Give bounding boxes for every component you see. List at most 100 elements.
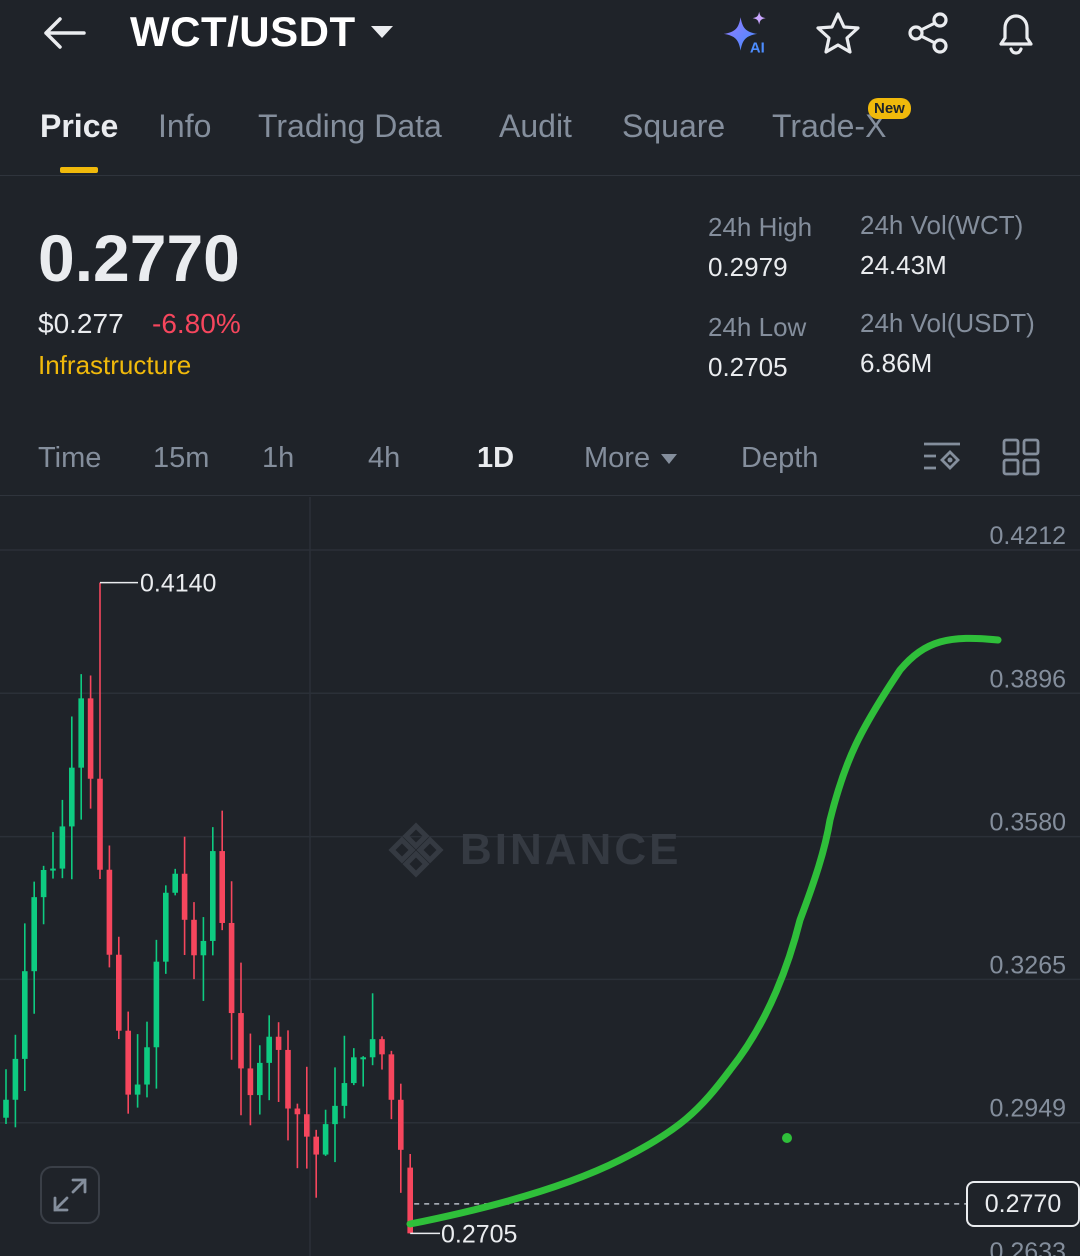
candle xyxy=(31,881,37,1014)
last-price-tag: 0.2770 xyxy=(966,1181,1080,1227)
low-24h-label: 24h Low xyxy=(708,312,807,342)
interval-depth[interactable]: Depth xyxy=(741,442,818,475)
candle xyxy=(125,1011,131,1114)
tab-info[interactable]: Info xyxy=(158,108,211,145)
low-24h-value: 0.2705 xyxy=(708,352,788,382)
interval-1h[interactable]: 1h xyxy=(262,442,294,475)
y-tick-label: 0.3580 xyxy=(990,809,1066,837)
new-badge: New xyxy=(868,98,911,119)
interval-15m[interactable]: 15m xyxy=(153,442,209,475)
fullscreen-button[interactable] xyxy=(40,1166,100,1224)
interval-4h[interactable]: 4h xyxy=(368,442,400,475)
y-tick-label: 0.4212 xyxy=(990,522,1066,550)
candle xyxy=(313,1129,319,1198)
candle xyxy=(172,868,178,896)
candle xyxy=(369,993,376,1066)
tab-square[interactable]: Square xyxy=(622,108,725,145)
star-icon xyxy=(816,12,860,54)
low-marker-label: 0.2705 xyxy=(441,1220,517,1248)
active-tab-indicator xyxy=(60,167,98,173)
caret-down-icon xyxy=(661,453,678,464)
candle xyxy=(144,1021,150,1098)
candle xyxy=(228,881,235,1060)
indicator-settings-icon xyxy=(924,442,960,470)
candle xyxy=(3,1069,9,1125)
candle xyxy=(266,1015,272,1101)
candle xyxy=(22,923,28,1091)
candle xyxy=(87,675,94,809)
tab-price[interactable]: Price xyxy=(40,108,118,145)
interval-time[interactable]: Time xyxy=(38,442,101,475)
favorite-button[interactable] xyxy=(812,8,864,58)
candle xyxy=(257,1045,263,1115)
indicator-settings-button[interactable] xyxy=(920,436,964,480)
pair-name: WCT/USDT xyxy=(130,8,356,55)
category-tag[interactable]: Infrastructure xyxy=(38,350,191,381)
expand-icon xyxy=(53,1178,87,1212)
caret-down-icon xyxy=(370,26,393,38)
ai-sparkle-icon: AI xyxy=(723,11,766,57)
candle xyxy=(78,674,84,820)
pair-selector[interactable]: WCT/USDT xyxy=(130,8,394,56)
interval-1d[interactable]: 1D xyxy=(477,442,514,475)
watermark-text: BINANCE xyxy=(460,825,682,874)
candle xyxy=(238,962,244,1116)
usd-price: $0.277 xyxy=(38,308,124,339)
candle xyxy=(191,902,197,980)
candle xyxy=(247,1033,254,1126)
interval-more-label: More xyxy=(584,442,651,474)
candle xyxy=(351,1048,357,1086)
candle xyxy=(285,1030,291,1141)
svg-text:AI: AI xyxy=(750,41,765,57)
candle xyxy=(50,832,56,879)
candle xyxy=(360,1056,366,1087)
vol-base-label: 24h Vol(WCT) xyxy=(860,210,1024,240)
grid-icon xyxy=(1002,438,1040,476)
candle xyxy=(12,1034,19,1128)
ai-button[interactable]: AI xyxy=(722,8,774,58)
candle xyxy=(379,1036,385,1070)
high-24h-value: 0.2979 xyxy=(708,252,788,282)
candle xyxy=(116,936,122,1040)
candle xyxy=(219,810,225,931)
tab-bar: Price Info Trading Data Audit Square Tra… xyxy=(0,96,1080,176)
binance-logo-icon xyxy=(388,822,444,878)
layout-grid-button[interactable] xyxy=(1000,436,1044,480)
candle xyxy=(200,917,207,1001)
y-tick-label: 0.2633 xyxy=(990,1238,1066,1256)
projection-drawing xyxy=(406,634,1002,1228)
notification-button[interactable] xyxy=(990,8,1042,58)
candle xyxy=(69,716,75,880)
candle xyxy=(332,1067,338,1163)
candle xyxy=(106,845,113,968)
vol-quote-value: 6.86M xyxy=(860,348,933,378)
tab-audit[interactable]: Audit xyxy=(499,108,572,145)
candle xyxy=(275,1022,282,1102)
candle xyxy=(341,1035,348,1119)
candle xyxy=(97,582,103,880)
price-change-percent: -6.80% xyxy=(152,308,241,339)
last-price: 0.2770 xyxy=(38,221,240,295)
candle xyxy=(388,1050,395,1120)
candle xyxy=(134,1034,141,1108)
share-icon xyxy=(908,12,948,54)
y-tick-label: 0.2949 xyxy=(990,1095,1066,1123)
share-button[interactable] xyxy=(902,8,954,58)
interval-bar: Time 15m 1h 4h 1D More Depth xyxy=(0,420,1080,496)
drawing-dot xyxy=(782,1133,792,1143)
candle xyxy=(59,799,66,879)
binance-watermark: BINANCE xyxy=(386,820,681,880)
high-24h-label: 24h High xyxy=(708,212,813,242)
candle xyxy=(40,865,47,925)
y-tick-label: 0.3896 xyxy=(990,665,1066,693)
tab-trading-data[interactable]: Trading Data xyxy=(258,108,442,145)
back-arrow-icon xyxy=(44,17,86,49)
y-tick-label: 0.3265 xyxy=(990,951,1066,979)
interval-more[interactable]: More xyxy=(584,442,678,475)
candle xyxy=(304,1066,310,1169)
top-header: WCT/USDT AI xyxy=(0,0,1080,80)
candle xyxy=(294,1103,301,1169)
high-marker-label: 0.4140 xyxy=(140,570,216,598)
candle xyxy=(398,1083,404,1193)
back-button[interactable] xyxy=(38,10,90,56)
